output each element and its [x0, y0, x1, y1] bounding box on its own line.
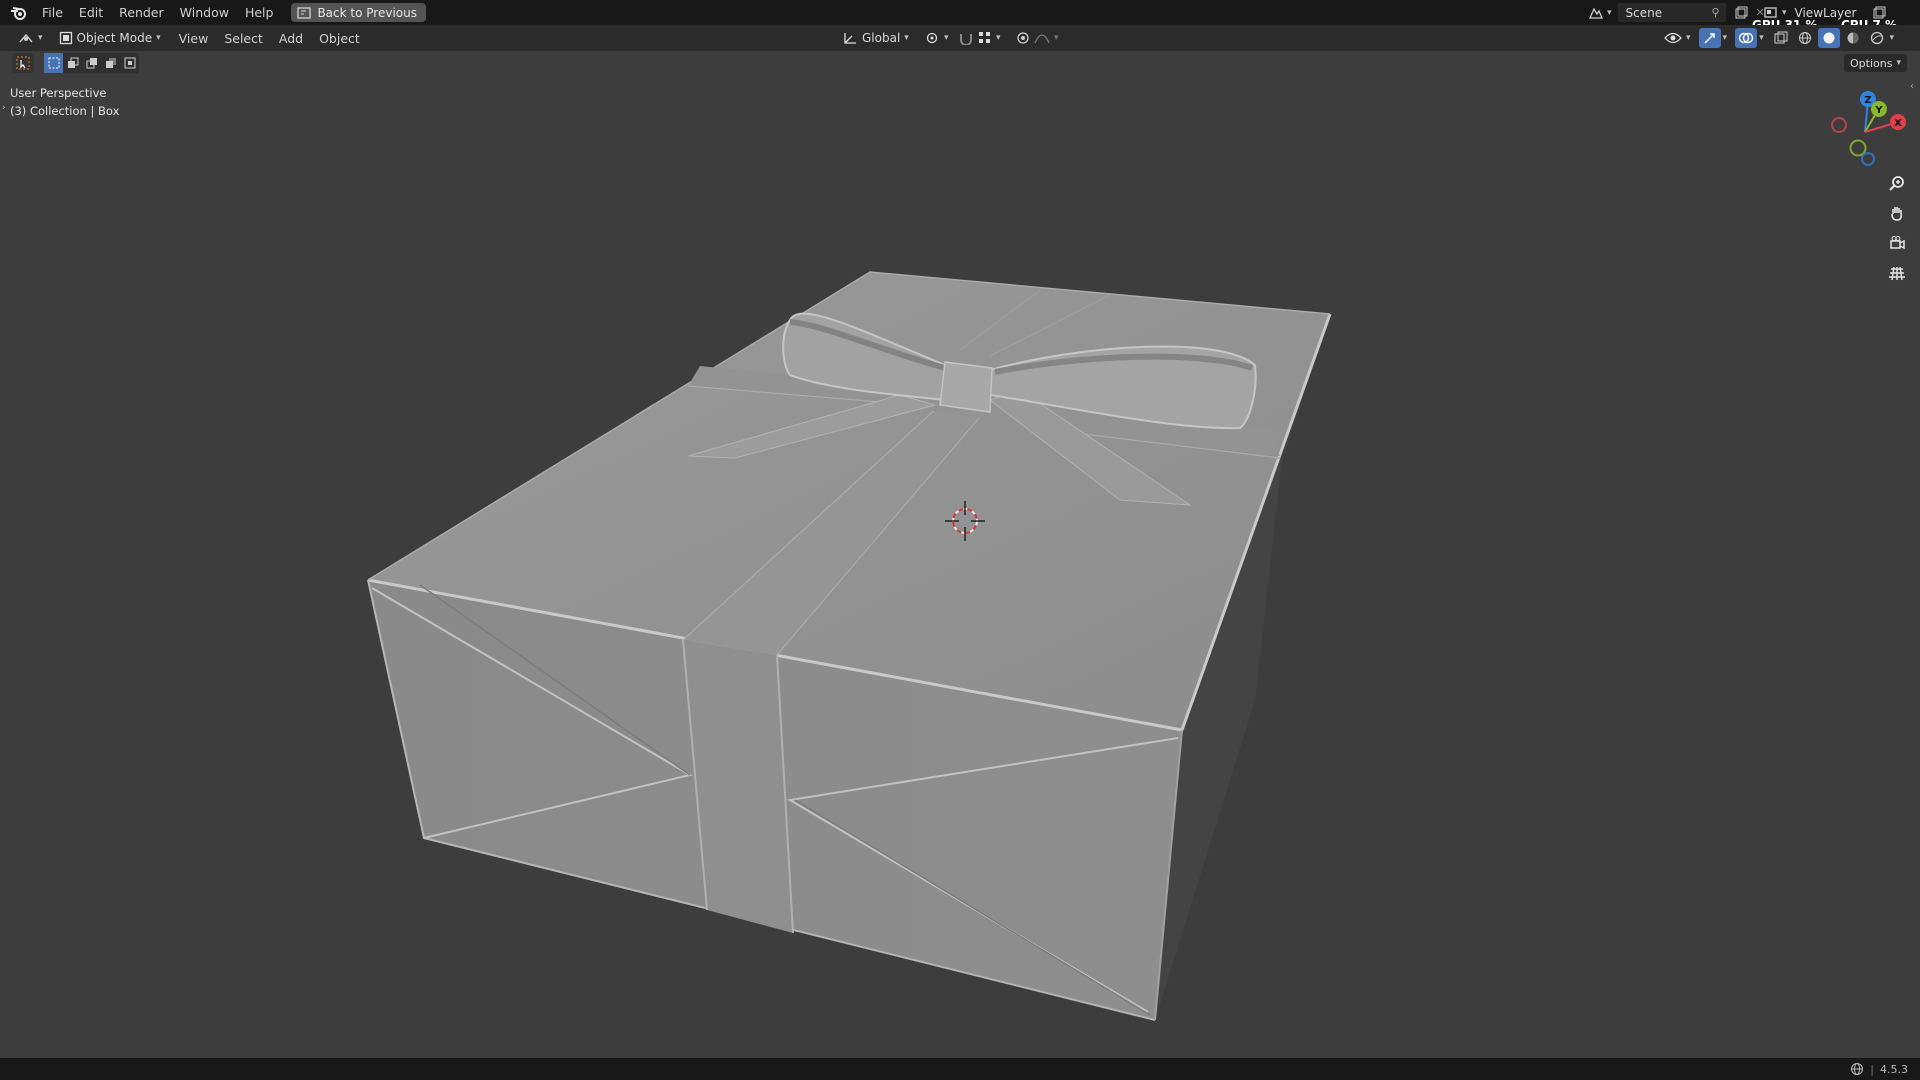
neg-x-axis-icon[interactable]: [1831, 117, 1847, 133]
chevron-down-icon: ▾: [38, 33, 43, 43]
chevron-down-icon: ▾: [944, 33, 949, 43]
navigation-gizmo[interactable]: Z Y X: [1820, 86, 1910, 176]
options-dropdown[interactable]: Options ▾: [1844, 54, 1907, 72]
chevron-down-icon: ▾: [1686, 33, 1691, 43]
back-icon: [297, 6, 312, 19]
camera-icon[interactable]: [1883, 229, 1911, 257]
menu-view[interactable]: View: [171, 26, 217, 51]
select-tools: [12, 53, 139, 73]
network-icon: [1851, 1063, 1864, 1075]
object-mode-icon: [59, 31, 72, 45]
menu-add[interactable]: Add: [271, 26, 311, 51]
pivot-dropdown[interactable]: ▾: [918, 28, 955, 48]
select-intersect-icon[interactable]: [120, 53, 139, 73]
chevron-down-icon: ▾: [156, 33, 161, 43]
z-axis-label: Z: [1864, 95, 1871, 106]
view-perspective-label: User Perspective: [10, 86, 107, 100]
new-scene-icon[interactable]: [1730, 3, 1752, 23]
select-new-icon[interactable]: [44, 53, 63, 73]
pan-icon[interactable]: [1883, 199, 1911, 227]
orientation-label: Global: [862, 31, 901, 45]
selection-mode-group: [44, 53, 139, 73]
chevron-down-icon: ▾: [996, 33, 1001, 43]
proportional-icon: [1017, 32, 1029, 44]
scene-icon[interactable]: [1585, 3, 1607, 23]
menu-edit[interactable]: Edit: [71, 0, 111, 25]
gizmo-icon[interactable]: [1698, 28, 1721, 48]
chevron-down-icon: ▾: [1759, 33, 1764, 43]
select-extend-icon[interactable]: [63, 53, 82, 73]
select-invert-icon[interactable]: [101, 53, 120, 73]
chevron-down-icon: ▾: [1054, 33, 1059, 43]
object-mode-dropdown[interactable]: Object Mode ▾: [53, 28, 167, 48]
bow-knot: [939, 361, 993, 413]
active-collection-label: (3) Collection | Box: [10, 104, 120, 118]
chevron-down-icon: ▾: [1722, 33, 1728, 43]
menu-help[interactable]: Help: [237, 0, 282, 25]
snap-toggle[interactable]: ▾: [952, 28, 1007, 48]
back-to-previous-button[interactable]: Back to Previous: [291, 3, 426, 22]
object-mode-label: Object Mode: [76, 31, 153, 45]
material-shading-icon[interactable]: [1842, 28, 1864, 48]
chevron-down-icon: ▾: [1896, 58, 1901, 68]
y-axis-label: Y: [1874, 105, 1883, 116]
scene-canvas[interactable]: [0, 51, 1920, 1058]
editor-type-icon: [19, 33, 33, 43]
pivot-icon: [926, 32, 938, 44]
x-axis-label: X: [1894, 118, 1902, 129]
falloff-icon: [1034, 34, 1050, 44]
viewport-header: ▾ Object Mode ▾ View Select Add Object G…: [0, 25, 1920, 51]
solid-shading-icon[interactable]: [1817, 28, 1840, 48]
blender-logo[interactable]: [10, 4, 28, 22]
editor-type-selector[interactable]: ▾: [12, 28, 49, 48]
options-label: Options: [1850, 56, 1893, 70]
top-bar: File Edit Render Window Help Back to Pre…: [0, 0, 1920, 32]
menu-render[interactable]: Render: [111, 0, 172, 25]
wireframe-shading-icon[interactable]: [1794, 28, 1816, 48]
overlay-icon[interactable]: [1735, 28, 1758, 48]
select-subtract-icon[interactable]: [82, 53, 101, 73]
status-bar: | 4.5.3: [0, 1058, 1920, 1080]
3d-viewport[interactable]: Options ▾ ‹ User Perspective (3) Collect…: [0, 51, 1920, 1058]
rendered-shading-icon[interactable]: [1866, 28, 1888, 48]
pin-icon[interactable]: ⚲: [1711, 6, 1719, 19]
chevron-down-icon: ▾: [1889, 33, 1895, 43]
select-box-icon[interactable]: [12, 53, 34, 73]
snap-grid-icon: [979, 32, 990, 43]
transform-orientation-icon: [844, 33, 856, 44]
menu-file[interactable]: File: [34, 0, 71, 25]
zoom-icon[interactable]: [1883, 169, 1911, 197]
snap-icon: [960, 34, 972, 45]
scene-selector[interactable]: ▾ Scene ⚲ ✕: [1585, 3, 1765, 22]
neg-z-axis-icon[interactable]: [1861, 152, 1875, 166]
xray-icon[interactable]: [1770, 28, 1792, 48]
proportional-edit-toggle[interactable]: ▾: [1010, 28, 1065, 48]
version-label: 4.5.3: [1880, 1062, 1908, 1076]
chevron-down-icon: ▾: [904, 33, 909, 43]
neg-y-axis-icon[interactable]: [1849, 139, 1867, 157]
grid-icon[interactable]: [1883, 259, 1911, 287]
scene-name: Scene: [1625, 5, 1663, 20]
menu-window[interactable]: Window: [172, 0, 237, 25]
menu-object[interactable]: Object: [311, 26, 368, 51]
chevron-down-icon: ▾: [1782, 7, 1787, 18]
transform-orientation-dropdown[interactable]: Global ▾: [836, 28, 915, 48]
scene-name-field[interactable]: Scene ⚲: [1617, 3, 1726, 22]
sidebar-toggle-icon[interactable]: ‹: [1910, 81, 1914, 92]
back-to-previous-label: Back to Previous: [317, 5, 417, 20]
visibility-icon[interactable]: [1662, 28, 1684, 48]
status-divider: |: [1870, 1062, 1874, 1076]
menu-select[interactable]: Select: [216, 26, 271, 51]
chevron-down-icon: ▾: [1607, 7, 1612, 18]
expand-icon[interactable]: ›: [2, 103, 6, 113]
